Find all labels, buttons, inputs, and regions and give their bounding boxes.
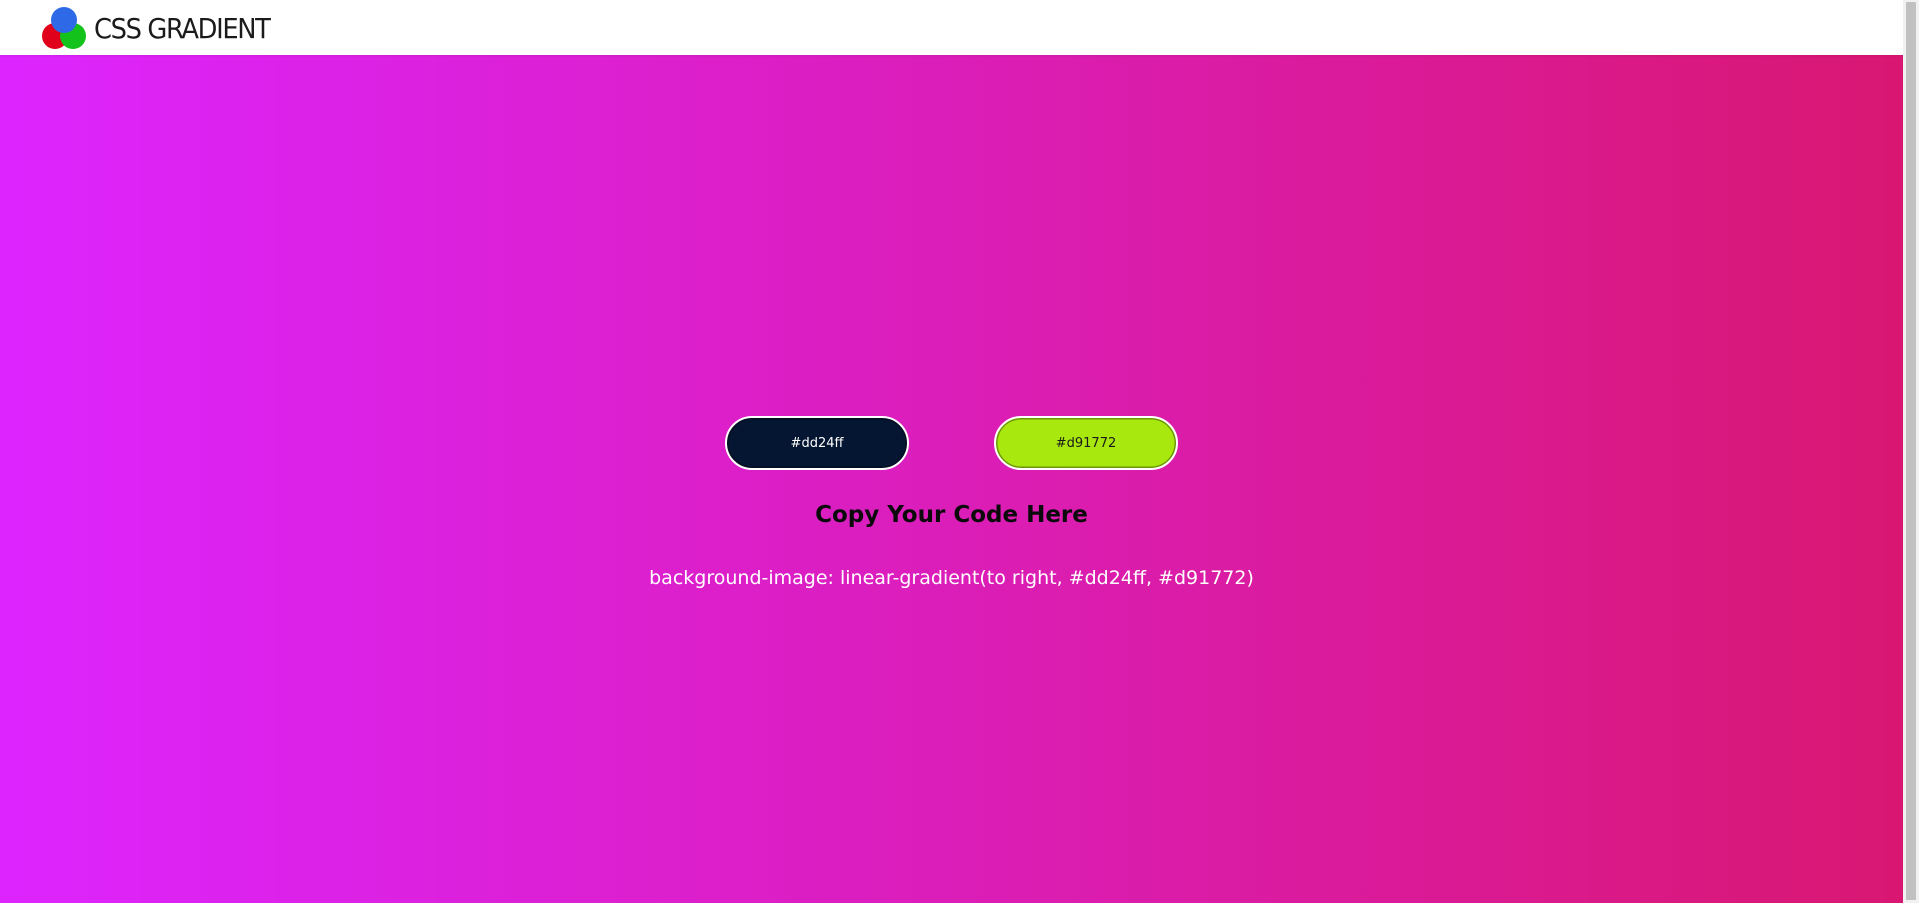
rgb-circles-icon	[40, 5, 88, 51]
blue-circle	[51, 7, 77, 33]
scrollbar-thumb[interactable]	[1906, 2, 1916, 900]
top-navbar: CSS GRADIENT	[0, 0, 1903, 55]
color-picker-2-label: #d91772	[1055, 435, 1117, 451]
page: CSS GRADIENT #dd24ff #d91772 Copy Your C…	[0, 0, 1919, 903]
vertical-scrollbar[interactable]	[1903, 0, 1919, 903]
logo-text: CSS GRADIENT	[94, 11, 271, 45]
color-picker-1[interactable]: #dd24ff	[725, 416, 909, 470]
copy-code-heading: Copy Your Code Here	[815, 502, 1088, 528]
css-code-output[interactable]: background-image: linear-gradient(to rig…	[0, 567, 1903, 589]
color-picker-2[interactable]: #d91772	[994, 416, 1178, 470]
gradient-preview-area	[0, 55, 1903, 903]
logo[interactable]: CSS GRADIENT	[40, 5, 285, 51]
color-picker-1-label: #dd24ff	[790, 435, 844, 451]
